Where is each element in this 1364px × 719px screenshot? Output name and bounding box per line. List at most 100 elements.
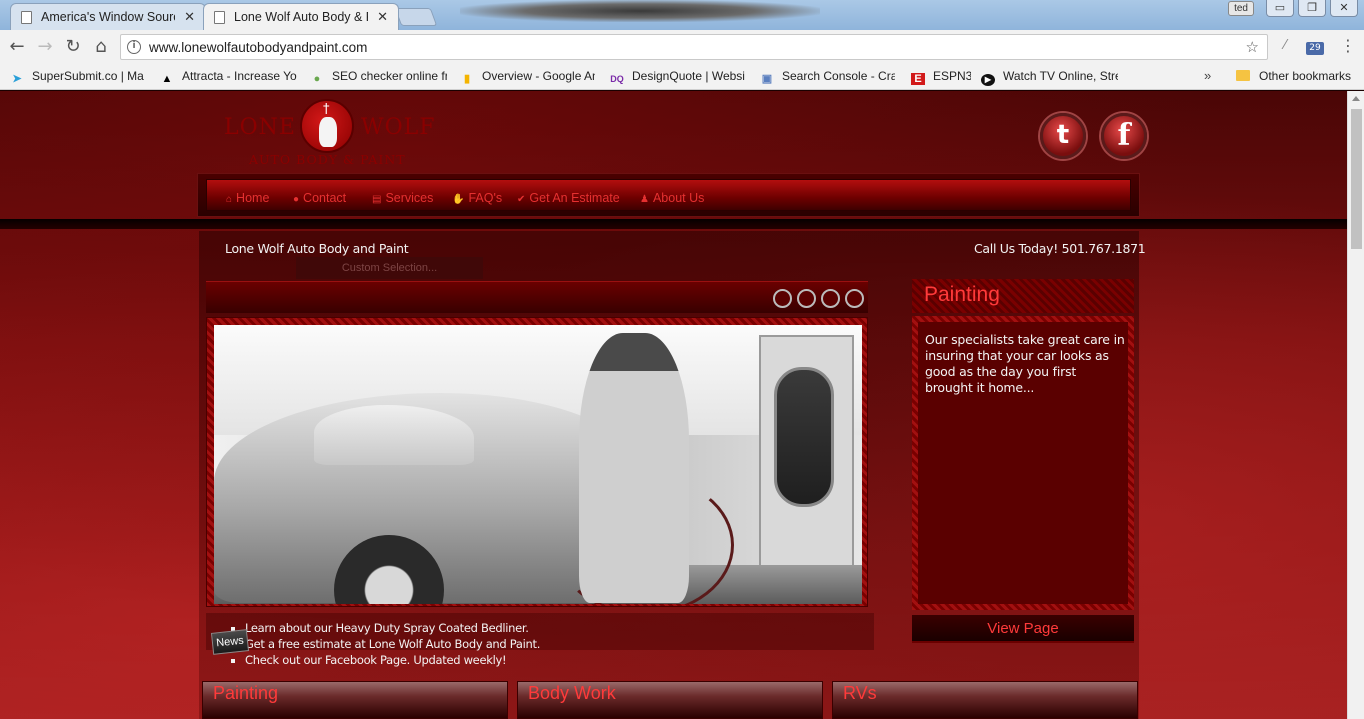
url-text[interactable]: www.lonewolfautobodyandpaint.com — [149, 40, 367, 55]
minimize-button[interactable]: ▭ — [1266, 0, 1294, 17]
tab-label: America's Window Source — [41, 10, 175, 24]
more-bookmarks-button[interactable]: » — [1204, 68, 1211, 83]
seo-icon: ● — [313, 73, 321, 85]
slider-dot[interactable] — [797, 289, 816, 308]
bookmark-watch-tv[interactable]: ▶ Watch TV Online, Stre — [981, 69, 1118, 86]
bookmark-search-console[interactable]: ▣ Search Console - Cra — [760, 69, 895, 85]
feature-box-title: Body Work — [528, 683, 616, 703]
slider-dot[interactable] — [773, 289, 792, 308]
browser-toolbar: ← → ↻ ⌂ i www.lonewolfautobodyandpaint.c… — [0, 30, 1364, 64]
slider-header — [206, 281, 868, 313]
other-bookmarks[interactable]: Other bookmarks — [1236, 69, 1351, 83]
close-icon[interactable]: ✕ — [184, 9, 195, 25]
page-icon — [214, 11, 225, 24]
bookmark-attracta[interactable]: ▲ Attracta - Increase Yo — [160, 69, 298, 85]
sidebar-text: Our specialists take great care in insur… — [925, 332, 1125, 395]
painter-figure — [579, 333, 689, 603]
espn-icon: E — [911, 73, 925, 85]
restore-button[interactable]: ❐ — [1298, 0, 1326, 17]
bookmark-star-icon[interactable]: ☆ — [1246, 38, 1259, 56]
vertical-scrollbar[interactable] — [1347, 91, 1364, 719]
analytics-icon: ▮ — [463, 73, 471, 85]
reload-button[interactable]: ↻ — [62, 36, 84, 58]
bookmark-google-analytics[interactable]: ▮ Overview - Google An — [460, 69, 595, 85]
search-console-icon: ▣ — [761, 73, 773, 85]
check-circle-icon: ✔ — [517, 194, 526, 205]
facebook-icon[interactable]: f — [1101, 113, 1147, 159]
nav-faqs[interactable]: ✋ FAQ's — [452, 191, 502, 205]
forward-button[interactable]: → — [34, 36, 56, 58]
tab-americas-window-source[interactable]: America's Window Source ✕ — [10, 3, 206, 30]
profile-button[interactable]: ted — [1228, 1, 1254, 16]
attracta-icon: ▲ — [161, 73, 173, 85]
book-icon: ▤ — [372, 194, 382, 205]
chat-icon: ● — [293, 194, 300, 205]
back-button[interactable]: ← — [6, 36, 28, 58]
user-icon: ♟ — [640, 194, 649, 205]
page-icon — [21, 11, 32, 24]
window-controls: ▭ ❐ ✕ — [1266, 0, 1358, 17]
custom-selection-dropdown[interactable]: Custom Selection... — [296, 257, 483, 279]
header-divider — [0, 219, 1347, 229]
main-nav: ⌂ Home ● Contact ▤ Services ✋ FAQ's ✔ Get An … — [206, 179, 1131, 211]
feature-box-painting[interactable]: Painting — [202, 681, 508, 719]
bookmark-supersubmit[interactable]: ➤ SuperSubmit.co | Ma — [10, 69, 145, 85]
home-button[interactable]: ⌂ — [90, 36, 112, 58]
site-name: Lone Wolf Auto Body and Paint — [225, 241, 409, 256]
menu-icon[interactable]: ⋮ — [1340, 36, 1356, 55]
slider-dot[interactable] — [845, 289, 864, 308]
news-item[interactable]: Learn about our Heavy Duty Spray Coated … — [245, 620, 540, 636]
wolf-icon — [319, 117, 337, 147]
close-icon[interactable]: ✕ — [377, 9, 388, 25]
news-item[interactable]: Get a free estimate at Lone Wolf Auto Bo… — [245, 636, 540, 652]
logo-word-wolf: WOLF — [361, 115, 436, 140]
address-bar[interactable]: i www.lonewolfautobodyandpaint.com ☆ — [120, 34, 1268, 60]
site-logo[interactable]: LONE † WOLF AUTO BODY & PAINT — [222, 99, 437, 169]
bookmark-seo-checker[interactable]: ● SEO checker online fr — [310, 69, 447, 85]
twitter-icon[interactable]: t — [1040, 113, 1086, 159]
nav-contact[interactable]: ● Contact — [293, 191, 346, 205]
paper-plane-icon: ➤ — [12, 73, 22, 85]
bookmark-designquote[interactable]: DQ DesignQuote | Websi — [610, 69, 746, 85]
page-viewport: LONE † WOLF AUTO BODY & PAINT t f ⌂ Home … — [0, 91, 1347, 719]
logo-tagline: AUTO BODY & PAINT — [249, 152, 406, 167]
news-list: Learn about our Heavy Duty Spray Coated … — [229, 620, 540, 668]
feature-box-body-work[interactable]: Body Work — [517, 681, 823, 719]
designquote-icon: DQ — [610, 74, 624, 84]
nav-home[interactable]: ⌂ Home — [226, 191, 269, 205]
close-window-button[interactable]: ✕ — [1330, 0, 1358, 17]
slider-dot[interactable] — [821, 289, 840, 308]
news-badge: News — [210, 629, 250, 655]
thumbs-up-icon: ✋ — [452, 194, 465, 205]
view-page-button[interactable]: View Page — [912, 615, 1134, 643]
nav-get-an-estimate[interactable]: ✔ Get An Estimate — [517, 191, 620, 205]
bookmark-espn3[interactable]: E ESPN3 — [911, 69, 971, 85]
slider-image-painter-spraying-car[interactable] — [214, 325, 862, 604]
new-tab-button[interactable] — [394, 8, 438, 26]
feature-box-title: Painting — [213, 683, 279, 703]
play-icon: ▶ — [981, 74, 995, 86]
logo-word-lone: LONE — [224, 115, 296, 140]
nav-about-us[interactable]: ♟ About Us — [640, 191, 704, 205]
acrobat-icon[interactable]: ⁄ — [1276, 38, 1294, 56]
scroll-up-icon[interactable] — [1352, 96, 1360, 101]
sidebar-title: Painting — [924, 283, 1000, 306]
tabstrip-background — [460, 0, 820, 22]
nav-services[interactable]: ▤ Services — [372, 191, 433, 205]
feature-box-title: RVs — [843, 683, 877, 703]
info-icon[interactable]: i — [127, 40, 141, 54]
door-window — [774, 367, 834, 507]
wolf-emblem-icon: † — [300, 99, 354, 153]
tab-label: Lone Wolf Auto Body & Paint — [234, 10, 368, 24]
folder-icon — [1236, 70, 1250, 81]
feature-box-rvs[interactable]: RVs — [832, 681, 1138, 719]
calendar-icon[interactable]: 29 — [1306, 42, 1324, 55]
news-item[interactable]: Check out our Facebook Page. Updated wee… — [245, 652, 540, 668]
scrollbar-thumb[interactable] — [1351, 109, 1362, 249]
tab-lone-wolf[interactable]: Lone Wolf Auto Body & Paint ✕ — [203, 3, 399, 30]
cross-icon: † — [323, 102, 330, 117]
main-nav-frame: ⌂ Home ● Contact ▤ Services ✋ FAQ's ✔ Get An … — [197, 173, 1140, 217]
tab-strip: America's Window Source ✕ Lone Wolf Auto… — [0, 0, 1364, 30]
phone-callout: Call Us Today! 501.767.1871 — [974, 241, 1146, 256]
home-icon: ⌂ — [226, 194, 233, 205]
